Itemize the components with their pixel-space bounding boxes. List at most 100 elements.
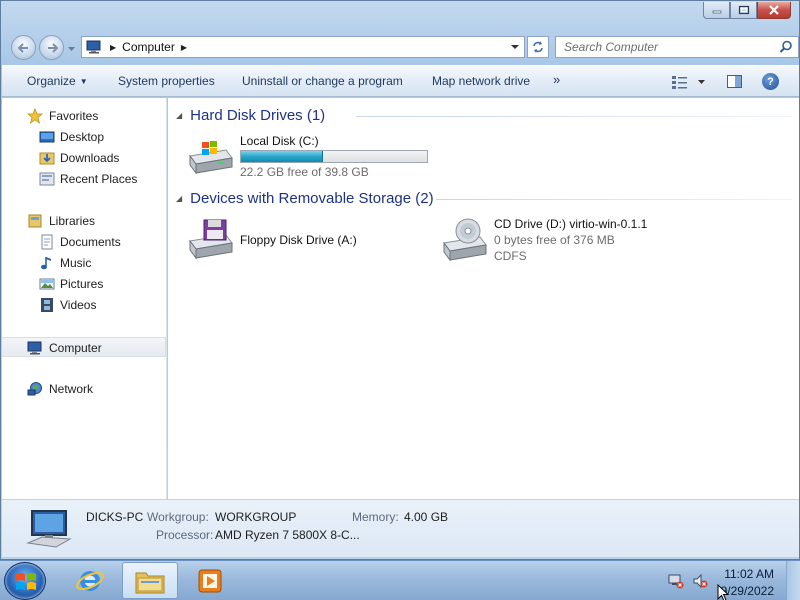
drive-cd-d[interactable]: CD Drive (D:) virtio-win-0.1.1 0 bytes f…: [440, 217, 700, 265]
back-arrow-icon: [17, 43, 28, 53]
disk-usage-fill: [241, 151, 323, 162]
recent-pages-dropdown[interactable]: [67, 44, 76, 53]
drive-floppy-a[interactable]: Floppy Disk Drive (A:): [186, 217, 416, 263]
drive-local-disk-c[interactable]: Local Disk (C:) 22.2 GB free of 39.8 GB: [186, 134, 446, 182]
nav-item-network[interactable]: Network: [2, 379, 166, 399]
nav-label: Videos: [60, 298, 97, 312]
nav-item-pictures[interactable]: Pictures: [2, 274, 166, 294]
navigation-row: ▶ Computer ▶: [9, 34, 799, 60]
processor-label: Processor:: [156, 528, 214, 542]
volume-muted-icon[interactable]: [692, 573, 708, 589]
forward-button[interactable]: [39, 35, 64, 60]
drive-name: Local Disk (C:): [240, 134, 319, 148]
back-button[interactable]: [11, 35, 36, 60]
forward-arrow-icon: [48, 43, 59, 53]
folder-icon: [135, 572, 165, 593]
pictures-icon: [39, 278, 55, 290]
breadcrumb-computer[interactable]: Computer: [122, 40, 175, 54]
drive-file-system: CDFS: [494, 249, 527, 263]
nav-item-music[interactable]: Music: [2, 253, 166, 273]
nav-item-videos[interactable]: Videos: [2, 295, 166, 315]
nav-item-downloads[interactable]: Downloads: [2, 148, 166, 168]
floppy-drive-icon: [189, 219, 233, 260]
libraries-icon: [28, 214, 42, 228]
processor-value: AMD Ryzen 7 5800X 8-C...: [215, 528, 360, 542]
group-title: Hard Disk Drives (1): [190, 107, 326, 124]
cd-drive-icon: [443, 218, 487, 262]
nav-label: Computer: [49, 341, 102, 355]
video-film-icon: [41, 298, 53, 312]
close-icon: [769, 5, 779, 15]
minimize-icon: [712, 10, 721, 14]
explorer-window: ▶ Computer ▶ Organize▼ System properties…: [0, 0, 800, 560]
organize-button[interactable]: Organize ▼: [27, 74, 88, 88]
preview-pane-icon[interactable]: [726, 74, 744, 90]
clock-time[interactable]: 11:02 AM: [724, 567, 774, 581]
nav-item-desktop[interactable]: Desktop: [2, 127, 166, 147]
collapse-triangle-icon[interactable]: ◢: [176, 194, 182, 203]
taskbar-internet-explorer[interactable]: [62, 562, 118, 599]
nav-label: Downloads: [60, 151, 120, 165]
nav-label: Documents: [60, 235, 121, 249]
taskbar-media-player[interactable]: [182, 562, 238, 599]
group-divider: [436, 199, 792, 200]
content-pane: ◢ Hard Disk Drives (1) Local Disk (C:) 2…: [168, 98, 799, 499]
search-icon[interactable]: [779, 40, 793, 54]
nav-label: Pictures: [60, 277, 104, 291]
nav-item-computer[interactable]: Computer: [2, 337, 166, 357]
group-header-removable[interactable]: ◢ Devices with Removable Storage (2): [176, 190, 434, 207]
address-dropdown-icon[interactable]: [510, 42, 520, 52]
change-view-icon[interactable]: [671, 74, 689, 90]
refresh-button[interactable]: [527, 36, 549, 58]
computer-icon: [26, 510, 72, 548]
group-title: Devices with Removable Storage (2): [190, 190, 434, 207]
network-status-icon[interactable]: [668, 573, 684, 589]
disk-usage-bar: [240, 150, 428, 163]
start-button[interactable]: [4, 562, 46, 600]
maximize-button[interactable]: [730, 2, 757, 19]
workgroup-value: WORKGROUP: [215, 510, 297, 524]
minimize-button[interactable]: [703, 2, 730, 19]
system-properties-button[interactable]: System properties: [118, 74, 215, 88]
nav-item-recent-places[interactable]: Recent Places: [2, 169, 166, 189]
nav-item-documents[interactable]: Documents: [2, 232, 166, 252]
memory-value: 4.00 GB: [404, 510, 449, 524]
group-divider: [356, 116, 792, 117]
drive-free-space: 0 bytes free of 376 MB: [494, 233, 615, 247]
pc-name: DICKS-PC: [86, 510, 144, 524]
nav-item-favorites[interactable]: Favorites: [2, 106, 166, 126]
computer-icon: [86, 40, 101, 54]
show-desktop-button[interactable]: [786, 561, 800, 600]
memory-label: Memory:: [352, 510, 399, 524]
address-bar[interactable]: ▶ Computer ▶: [81, 36, 525, 58]
refresh-icon: [533, 41, 543, 53]
taskbar-windows-explorer[interactable]: [122, 562, 178, 599]
collapse-triangle-icon[interactable]: ◢: [176, 111, 182, 120]
desktop-icon: [39, 131, 55, 143]
media-player-icon: [198, 569, 222, 592]
close-button[interactable]: [757, 2, 791, 19]
search-box[interactable]: [555, 36, 799, 58]
group-header-hard-disk[interactable]: ◢ Hard Disk Drives (1): [176, 107, 325, 124]
uninstall-program-button[interactable]: Uninstall or change a program: [242, 74, 403, 88]
search-input[interactable]: [556, 37, 766, 57]
help-icon[interactable]: ?: [762, 73, 779, 90]
documents-icon: [41, 234, 53, 250]
mouse-cursor-icon: [717, 584, 730, 600]
recent-places-icon: [39, 172, 55, 186]
windows-logo-icon: [16, 573, 36, 590]
details-pane: DICKS-PC Workgroup: WORKGROUP Memory: 4.…: [2, 499, 799, 557]
breadcrumb-arrow-icon[interactable]: ▶: [181, 43, 187, 52]
nav-label: Libraries: [49, 214, 96, 228]
more-commands-button[interactable]: »: [553, 72, 560, 87]
views-dropdown-icon[interactable]: [697, 78, 706, 86]
nav-item-libraries[interactable]: Libraries: [2, 211, 166, 231]
maximize-icon: [738, 5, 749, 15]
map-network-drive-button[interactable]: Map network drive: [432, 74, 530, 88]
breadcrumb-arrow-icon[interactable]: ▶: [110, 43, 116, 52]
downloads-folder-icon: [39, 152, 55, 165]
nav-label: Music: [60, 256, 92, 270]
caption-buttons: [703, 2, 791, 19]
chevron-down-icon: ▼: [79, 77, 88, 86]
nav-label: Favorites: [49, 109, 99, 123]
